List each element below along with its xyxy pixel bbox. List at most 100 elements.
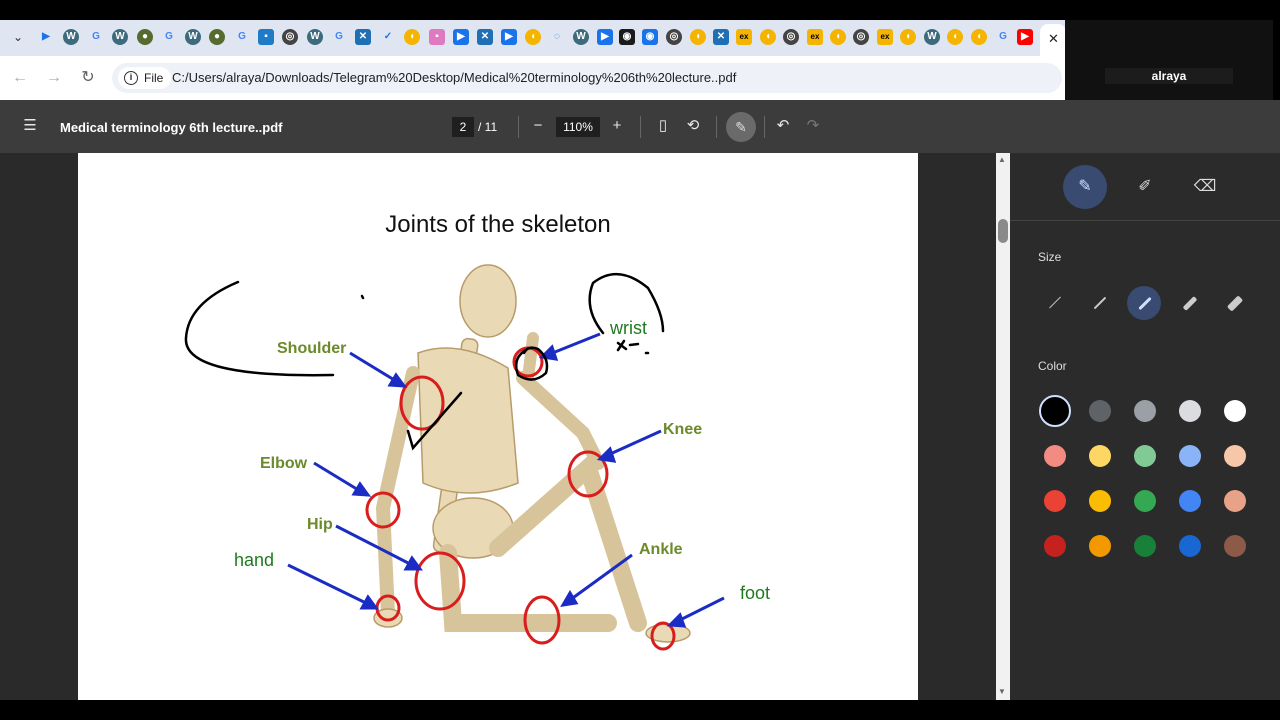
tab-favicon-app-icon[interactable]: ▪ xyxy=(429,29,445,45)
tab-favicon-google-icon[interactable]: G xyxy=(88,29,104,45)
color-swatch[interactable] xyxy=(1039,395,1071,427)
color-swatch[interactable] xyxy=(1179,400,1201,422)
reload-icon[interactable]: ↻ xyxy=(78,68,98,88)
color-swatch[interactable] xyxy=(1179,535,1201,557)
tab-favicon-wordpress-icon[interactable]: W xyxy=(63,29,79,45)
pen-tool-icon[interactable]: ✎ xyxy=(1063,165,1107,209)
tab-close-icon[interactable]: ✕ xyxy=(1048,31,1059,47)
zoom-out-icon[interactable]: − xyxy=(528,116,548,136)
size-option-1[interactable] xyxy=(1037,286,1071,320)
scrollbar-thumb[interactable] xyxy=(998,219,1008,243)
color-swatch[interactable] xyxy=(1134,400,1156,422)
tab-favicon-globe-icon[interactable]: ◎ xyxy=(783,29,799,45)
tab-favicon-play-icon[interactable]: ▶ xyxy=(38,29,54,45)
tab-favicon-globe-icon[interactable]: ◎ xyxy=(666,29,682,45)
foot-arrow xyxy=(677,596,725,623)
tab-favicon-google-icon[interactable]: G xyxy=(161,29,177,45)
zoom-input[interactable]: 110% xyxy=(556,117,600,137)
tab-favicon-ex-icon[interactable]: ex xyxy=(736,29,752,45)
tab-favicon-video-icon[interactable]: ▶ xyxy=(501,29,517,45)
undo-icon[interactable]: ↶ xyxy=(773,116,793,136)
color-swatch[interactable] xyxy=(1089,445,1111,467)
pdf-viewer[interactable]: Joints of the skeleton Shoulder wrist Kn… xyxy=(0,153,1010,700)
color-swatch[interactable] xyxy=(1044,445,1066,467)
color-swatch[interactable] xyxy=(1089,535,1111,557)
tab-favicon-x-icon[interactable]: ✕ xyxy=(713,29,729,45)
hip-arrow xyxy=(335,524,413,567)
tab-favicon-ex-icon[interactable]: ex xyxy=(807,29,823,45)
tab-favicon-ex-icon[interactable]: ex xyxy=(877,29,893,45)
color-swatch[interactable] xyxy=(1224,445,1246,467)
tab-favicon-pacman-icon[interactable]: ◖ xyxy=(900,29,916,45)
size-option-5[interactable] xyxy=(1217,286,1251,320)
size-option-3[interactable] xyxy=(1127,286,1161,320)
back-icon[interactable]: ← xyxy=(10,68,30,88)
tab-favicon-x-icon[interactable]: ✕ xyxy=(355,29,371,45)
tab-favicon-google-icon[interactable]: G xyxy=(234,29,250,45)
tab-favicon-wordpress-icon[interactable]: W xyxy=(307,29,323,45)
tab-favicon-frog-icon[interactable]: ● xyxy=(137,29,153,45)
fit-page-icon[interactable]: ▯ xyxy=(653,116,673,136)
tab-favicon-video-icon[interactable]: ▶ xyxy=(597,29,613,45)
page-number-input[interactable]: 2 xyxy=(452,117,474,137)
highlighter-tool-icon[interactable]: ✐ xyxy=(1123,165,1167,209)
tab-favicon-wordpress-icon[interactable]: W xyxy=(185,29,201,45)
scroll-down-arrow-icon[interactable]: ▼ xyxy=(998,687,1006,696)
color-swatch[interactable] xyxy=(1224,490,1246,512)
active-tab[interactable]: ✕ xyxy=(1040,24,1066,56)
tab-favicon-wordpress-icon[interactable]: W xyxy=(924,29,940,45)
forward-icon[interactable]: → xyxy=(44,68,64,88)
tab-favicon-pen-icon[interactable]: ✓ xyxy=(380,29,396,45)
tab-favicon-youtube-icon[interactable]: ▶ xyxy=(1017,29,1033,45)
tab-favicon-app-icon[interactable]: ◉ xyxy=(619,29,635,45)
tab-favicon-wordpress-icon[interactable]: W xyxy=(112,29,128,45)
tab-favicon-frog-icon[interactable]: ● xyxy=(209,29,225,45)
color-swatch[interactable] xyxy=(1179,445,1201,467)
tab-favicon-pacman-icon[interactable]: ◖ xyxy=(947,29,963,45)
tab-favicon-pacman-icon[interactable]: ◖ xyxy=(830,29,846,45)
tab-favicon-pacman-icon[interactable]: ◖ xyxy=(404,29,420,45)
tab-favicon-app-icon[interactable]: ▪ xyxy=(258,29,274,45)
url-text[interactable]: C:/Users/alraya/Downloads/Telegram%20Des… xyxy=(172,70,736,85)
tab-favicon-loading-icon[interactable]: ◌ xyxy=(549,29,565,45)
tab-favicon-google-icon[interactable]: G xyxy=(995,29,1011,45)
color-swatch[interactable] xyxy=(1224,535,1246,557)
color-swatch[interactable] xyxy=(1224,400,1246,422)
zoom-in-icon[interactable]: + xyxy=(607,116,627,136)
size-option-4[interactable] xyxy=(1172,286,1206,320)
tab-favicon-x-icon[interactable]: ✕ xyxy=(477,29,493,45)
address-bar[interactable]: i File C:/Users/alraya/Downloads/Telegra… xyxy=(112,63,1062,93)
color-swatch[interactable] xyxy=(1044,535,1066,557)
tab-favicon-wordpress-icon[interactable]: W xyxy=(573,29,589,45)
color-swatch[interactable] xyxy=(1044,490,1066,512)
rotate-icon[interactable]: ⟲ xyxy=(683,116,703,136)
tab-favicon-app-icon[interactable]: ◉ xyxy=(642,29,658,45)
color-swatch[interactable] xyxy=(1134,535,1156,557)
pdf-page[interactable]: Joints of the skeleton Shoulder wrist Kn… xyxy=(78,153,918,700)
tab-list-dropdown-icon[interactable]: ⌄ xyxy=(10,29,26,45)
redo-icon[interactable]: ↷ xyxy=(803,116,823,136)
site-info-chip[interactable]: i File xyxy=(118,67,172,89)
tab-favicon-google-icon[interactable]: G xyxy=(331,29,347,45)
tab-favicon-globe-icon[interactable]: ◎ xyxy=(853,29,869,45)
color-swatch[interactable] xyxy=(1179,490,1201,512)
tab-favicon-video-icon[interactable]: ▶ xyxy=(453,29,469,45)
right-forearm xyxy=(522,332,539,384)
tab-favicon-pacman-icon[interactable]: ◖ xyxy=(525,29,541,45)
scroll-up-arrow-icon[interactable]: ▲ xyxy=(998,155,1006,164)
annotate-pen-icon[interactable]: ✎ xyxy=(726,112,756,142)
color-swatch[interactable] xyxy=(1089,400,1111,422)
color-swatch[interactable] xyxy=(1089,490,1111,512)
ink-dot xyxy=(360,294,365,300)
tab-favicon-globe-icon[interactable]: ◎ xyxy=(282,29,298,45)
tab-favicon-pacman-icon[interactable]: ◖ xyxy=(690,29,706,45)
eraser-tool-icon[interactable]: ⌫ xyxy=(1183,165,1227,209)
menu-icon[interactable]: ☰ xyxy=(20,116,40,136)
tab-favicon-pacman-icon[interactable]: ◖ xyxy=(760,29,776,45)
toolbar-divider xyxy=(764,116,765,138)
size-option-2[interactable] xyxy=(1082,286,1116,320)
color-swatch[interactable] xyxy=(1134,490,1156,512)
tab-favicon-pacman-icon[interactable]: ◖ xyxy=(971,29,987,45)
color-swatch[interactable] xyxy=(1134,445,1156,467)
vertical-scrollbar[interactable]: ▲ ▼ xyxy=(996,153,1010,700)
